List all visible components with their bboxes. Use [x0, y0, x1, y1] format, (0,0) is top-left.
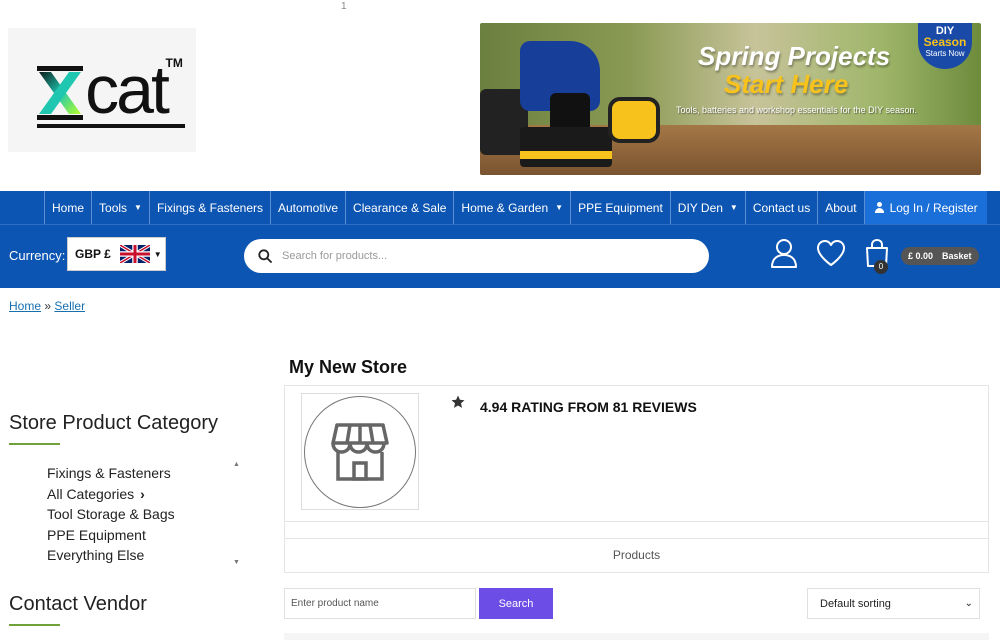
- utility-bar: Currency: GBP £ ▼ 0 £ 0.00 Basket: [0, 224, 1000, 288]
- sort-value: Default sorting: [820, 597, 891, 610]
- nav-automotive-label: Automotive: [278, 200, 339, 215]
- category-item[interactable]: Tool Storage & Bags: [47, 504, 243, 525]
- logo-underline: [37, 124, 186, 128]
- nav-contact-label: Contact us: [752, 200, 811, 215]
- category-item-label: Fixings & Fasteners: [47, 465, 171, 482]
- caret-down-icon: ▼: [555, 203, 564, 212]
- nav-clearance[interactable]: Clearance & Sale: [345, 191, 453, 224]
- banner-badge: DIY Season Starts Now: [918, 23, 972, 69]
- store-rating: 4.94 RATING FROM 81 REVIEWS: [480, 399, 697, 415]
- nav-ppe-label: PPE Equipment: [578, 200, 663, 215]
- basket-label: Basket: [942, 251, 972, 261]
- basket-button[interactable]: £ 0.00 Basket: [901, 247, 979, 265]
- nav-home-label: Home: [52, 200, 85, 215]
- logo-text: cat: [85, 52, 170, 128]
- tab-products[interactable]: Products: [284, 548, 989, 562]
- category-scrollbar[interactable]: ▲ ▼: [233, 461, 243, 566]
- currency-label: Currency:: [9, 248, 66, 263]
- nav-login-register[interactable]: Log In / Register: [863, 191, 987, 224]
- category-item[interactable]: Everything Else: [47, 545, 243, 566]
- badge-line2: Season: [923, 35, 967, 49]
- account-icon[interactable]: [770, 238, 798, 268]
- nav-automotive[interactable]: Automotive: [270, 191, 345, 224]
- category-item[interactable]: PPE Equipment: [47, 525, 243, 546]
- nav-clearance-label: Clearance & Sale: [353, 200, 447, 215]
- banner-title-line2: Start Here: [724, 69, 849, 99]
- chevron-down-icon: ⌄: [964, 598, 973, 609]
- sort-dropdown[interactable]: Default sorting ⌄: [807, 588, 980, 619]
- badge-line3: Starts Now: [925, 49, 965, 58]
- product-search-button[interactable]: Search: [479, 588, 553, 619]
- caret-down-icon: ▼: [134, 203, 142, 212]
- search-input[interactable]: [282, 250, 682, 262]
- nav-diy-den[interactable]: DIY Den ▼: [669, 191, 745, 224]
- nav-fixings-label: Fixings & Fasteners: [156, 200, 263, 215]
- nav-login-label: Log In / Register: [889, 200, 978, 215]
- user-icon: [874, 202, 884, 213]
- product-search-bar: [244, 239, 709, 273]
- scroll-up-arrow-icon[interactable]: ▲: [233, 461, 240, 468]
- nav-fixings[interactable]: Fixings & Fasteners: [148, 191, 270, 224]
- scroll-down-arrow-icon[interactable]: ▼: [233, 559, 240, 566]
- contact-vendor-title: Contact Vendor: [9, 593, 147, 615]
- product-name-input[interactable]: [284, 588, 476, 619]
- caret-down-icon: ▼: [729, 203, 738, 212]
- breadcrumb-home-link[interactable]: Home: [9, 299, 41, 313]
- chevron-right-icon: ›: [140, 485, 145, 502]
- store-name: My New Store: [289, 357, 408, 377]
- nav-diy-den-label: DIY Den: [677, 200, 723, 215]
- nav-home-garden-label: Home & Garden: [461, 200, 549, 215]
- banner-subtitle: Tools, batteries and workshop essentials…: [676, 105, 917, 115]
- contact-title-underline: [9, 624, 60, 626]
- nav-about[interactable]: About: [817, 191, 863, 224]
- category-item[interactable]: Fixings & Fasteners: [47, 463, 243, 484]
- logo-trademark: TM: [165, 56, 183, 70]
- currency-selector[interactable]: GBP £ ▼: [67, 237, 166, 271]
- nav-home[interactable]: Home: [44, 191, 91, 224]
- chevron-down-icon: ▼: [153, 249, 162, 259]
- main-navbar: Home Tools ▼ Fixings & Fasteners Automoti…: [0, 191, 1000, 224]
- banner-battery-stripe: [520, 151, 612, 159]
- nav-contact[interactable]: Contact us: [744, 191, 817, 224]
- nav-tools-label: Tools: [99, 200, 128, 215]
- tabs-divider: [284, 538, 989, 539]
- store-logo: [301, 393, 419, 510]
- banner-tape-measure: [608, 97, 660, 143]
- nav-tools[interactable]: Tools ▼: [91, 191, 149, 224]
- logo-x-mark: [37, 66, 84, 120]
- breadcrumb-seller-link[interactable]: Seller: [54, 299, 85, 313]
- banner-battery: [520, 127, 612, 167]
- category-list: Fixings & Fasteners All Categories › Tool…: [47, 463, 243, 563]
- store-category-title: Store Product Category: [9, 412, 218, 434]
- uk-flag-icon: [119, 245, 150, 263]
- category-item-label: All Categories: [47, 485, 135, 502]
- basket-count-badge: 0: [874, 260, 888, 274]
- breadcrumb: Home » Seller: [9, 299, 85, 313]
- site-logo[interactable]: cat TM: [8, 28, 196, 152]
- page-number: 1: [341, 1, 347, 12]
- category-item-label: Everything Else: [47, 547, 145, 564]
- breadcrumb-separator: »: [44, 299, 52, 313]
- category-title-underline: [9, 443, 60, 445]
- store-tabs: [284, 521, 989, 573]
- basket-total: £ 0.00: [908, 251, 934, 261]
- nav-about-label: About: [825, 200, 857, 215]
- banner-title-line1: Spring Projects: [698, 41, 891, 71]
- search-icon[interactable]: [258, 249, 272, 263]
- star-icon: [451, 395, 465, 408]
- category-item-label: PPE Equipment: [47, 526, 146, 543]
- nav-home-garden[interactable]: Home & Garden ▼: [453, 191, 570, 224]
- category-item-label: Tool Storage & Bags: [47, 506, 175, 523]
- storefront-icon: [331, 422, 389, 481]
- promo-banner[interactable]: Spring Projects Start Here Tools, batter…: [480, 23, 981, 175]
- product-grid-top-edge: [284, 633, 989, 640]
- nav-ppe[interactable]: PPE Equipment: [570, 191, 670, 224]
- currency-value: GBP £: [75, 247, 111, 261]
- category-item[interactable]: All Categories ›: [47, 484, 243, 505]
- wishlist-heart-icon[interactable]: [816, 239, 846, 267]
